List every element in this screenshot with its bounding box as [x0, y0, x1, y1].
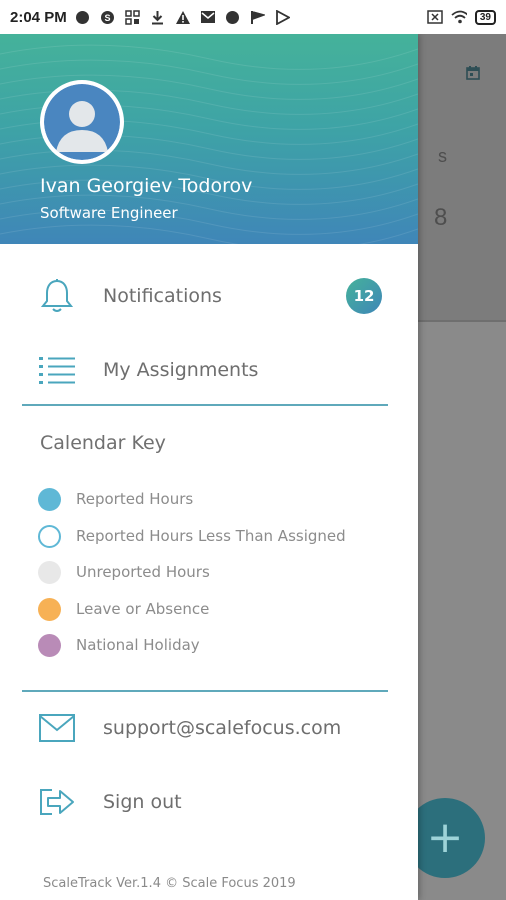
- bell-icon: [38, 277, 76, 315]
- menu-item-notifications[interactable]: Notifications 12: [0, 266, 418, 326]
- version-footer: ScaleTrack Ver.1.4 © Scale Focus 2019: [43, 876, 296, 891]
- sign-out-icon: [38, 783, 76, 821]
- mail-icon: [38, 709, 76, 747]
- wifi-icon: [451, 9, 467, 25]
- user-placeholder-icon: [44, 84, 120, 160]
- support-email-link[interactable]: support@scalefocus.com: [0, 698, 418, 758]
- background-header-panel: [418, 34, 506, 321]
- calendar-key-item: Leave or Absence: [38, 596, 209, 622]
- menu-item-my-assignments[interactable]: My Assignments: [0, 340, 418, 400]
- calendar-icon[interactable]: [466, 66, 480, 80]
- grid-icon: [125, 9, 141, 25]
- calendar-key-item: Reported Hours: [38, 486, 193, 512]
- calendar-key-item: National Holiday: [38, 632, 200, 658]
- support-email-label: support@scalefocus.com: [103, 717, 342, 739]
- status-time: 2:04 PM: [10, 8, 67, 26]
- divider: [22, 690, 388, 692]
- skype-icon: S: [100, 9, 116, 25]
- sign-out-button[interactable]: Sign out: [0, 772, 418, 832]
- background-divider: [418, 320, 506, 322]
- battery-indicator: 39: [474, 9, 496, 25]
- legend-dot-icon: [38, 597, 61, 621]
- status-right-icons: 39: [427, 9, 496, 25]
- calendar-key-label: Leave or Absence: [76, 600, 210, 618]
- background-day-number: 8: [434, 204, 448, 231]
- notifications-count-badge: 12: [346, 278, 382, 314]
- plus-icon: +: [426, 812, 464, 863]
- calendar-key-label: Unreported Hours: [76, 563, 210, 581]
- calendar-key-label: Reported Hours Less Than Assigned: [76, 527, 346, 545]
- notifications-label: Notifications: [103, 285, 222, 307]
- calendar-key-item: Reported Hours Less Than Assigned: [38, 523, 346, 549]
- legend-dot-icon: [38, 524, 61, 548]
- background-day-label: s: [438, 146, 447, 166]
- calendar-key-item: Unreported Hours: [38, 559, 210, 585]
- my-assignments-label: My Assignments: [103, 359, 259, 381]
- divider: [22, 404, 388, 406]
- legend-dot-icon: [38, 633, 61, 657]
- svg-text:S: S: [105, 13, 111, 23]
- mail-icon: [200, 9, 216, 25]
- status-bar: 2:04 PM S 39: [0, 0, 506, 34]
- calendar-key-label: National Holiday: [76, 636, 200, 654]
- circle-icon: [225, 9, 241, 25]
- sign-out-label: Sign out: [103, 791, 182, 813]
- legend-dot-icon: [38, 560, 61, 584]
- user-title: Software Engineer: [40, 204, 178, 222]
- play-store-icon: [275, 9, 291, 25]
- navigation-drawer: Ivan Georgiev Todorov Software Engineer …: [0, 34, 418, 900]
- list-icon: [38, 351, 76, 389]
- calendar-key-label: Reported Hours: [76, 490, 194, 508]
- drawer-header: Ivan Georgiev Todorov Software Engineer: [0, 34, 418, 244]
- calendar-key-title: Calendar Key: [40, 432, 166, 454]
- warning-icon: [175, 9, 191, 25]
- legend-dot-icon: [38, 487, 61, 511]
- avatar: [40, 80, 124, 164]
- user-name: Ivan Georgiev Todorov: [40, 175, 253, 197]
- circle-icon: [75, 9, 91, 25]
- sim-icon: [427, 9, 443, 25]
- status-left-icons: S: [75, 9, 291, 25]
- flag-icon: [250, 9, 266, 25]
- download-icon: [150, 9, 166, 25]
